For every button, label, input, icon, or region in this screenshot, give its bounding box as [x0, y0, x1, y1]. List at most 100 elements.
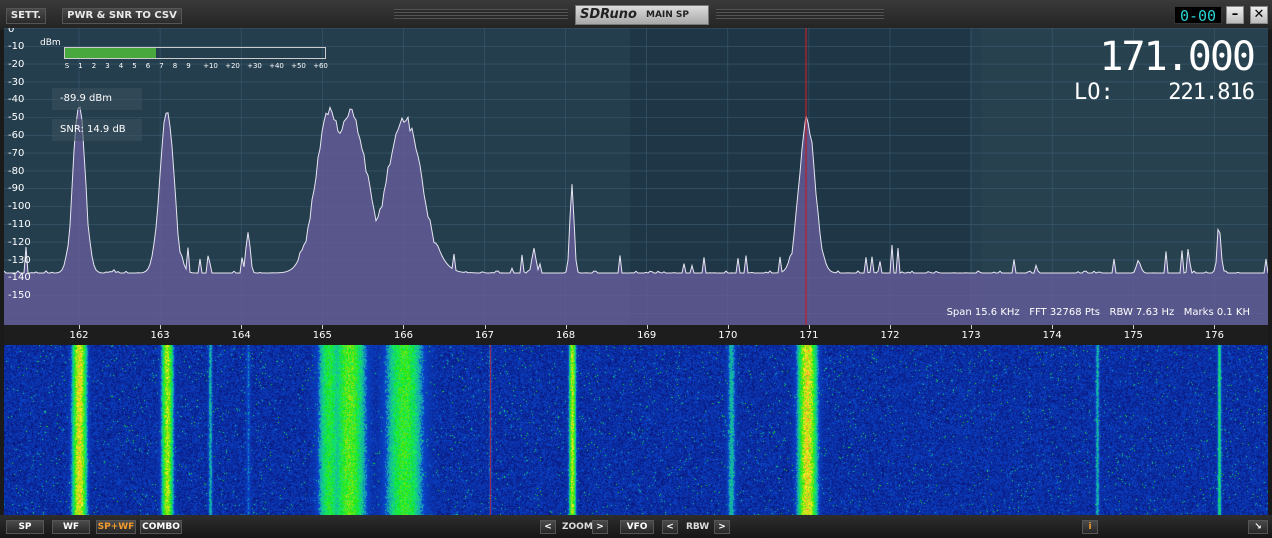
freq-label: 162 [69, 330, 89, 341]
db-label: -80 [8, 165, 25, 177]
db-label: -110 [8, 219, 31, 230]
db-label: -40 [8, 94, 25, 106]
freq-tick [403, 325, 405, 329]
smeter-bar [64, 47, 326, 59]
snr-readout: SNR: 14.9 dB [52, 119, 142, 141]
freq-label: 176 [1204, 330, 1224, 341]
sp-wf-mode-button[interactable]: SP+WF [96, 520, 136, 534]
freq-tick [1214, 325, 1216, 329]
smeter-tick-label: 4 [118, 62, 124, 70]
vfo-button[interactable]: VFO [620, 520, 654, 534]
freq-tick [646, 325, 648, 329]
freq-tick [1052, 325, 1054, 329]
panel-title: SDRuno MAIN SP [575, 5, 709, 25]
smeter-tick-label: 2 [91, 62, 97, 70]
panel-name: MAIN SP [646, 10, 690, 20]
power-readout: -89.9 dBm [52, 88, 142, 110]
db-label: -70 [8, 147, 25, 159]
db-label: -30 [8, 76, 25, 88]
smeter-tick-label: S [64, 62, 70, 70]
smeter-tick-label: 3 [105, 62, 110, 70]
smeter-tick-label: +60 [313, 62, 328, 70]
left-drag-grip[interactable] [394, 9, 568, 21]
waterfall-canvas[interactable] [4, 345, 1268, 515]
db-label: -120 [8, 236, 31, 248]
combo-mode-button[interactable]: COMBO [140, 520, 182, 534]
smeter-tick-label: 9 [186, 62, 191, 70]
freq-label: 173 [961, 330, 981, 341]
freq-label: 164 [231, 330, 251, 341]
db-label: -100 [8, 201, 31, 213]
smeter-tick-label: 8 [172, 62, 178, 70]
spectrum-display[interactable]: 0 -10 -20 -30 -40 -50 -60 -70 -80 -90 -100 -110 -12… [4, 28, 1268, 325]
db-label: -150 [8, 290, 31, 302]
freq-tick [808, 325, 810, 329]
smeter-unit: dBm [40, 38, 61, 48]
rbw-label: RBW [686, 522, 710, 532]
settings-button[interactable]: SETT. [6, 8, 46, 24]
freq-label: 163 [150, 330, 170, 341]
smeter-tick-label: 1 [78, 62, 83, 70]
db-label: -140 [8, 272, 31, 284]
rbw-decrease-button[interactable]: < [662, 520, 678, 534]
freq-label: 165 [312, 330, 332, 341]
freq-label: 175 [1123, 330, 1143, 341]
freq-tick [890, 325, 891, 329]
panel-id-display: 0-00 [1174, 6, 1222, 25]
export-csv-button[interactable]: PWR & SNR TO CSV [62, 8, 182, 24]
wf-mode-button[interactable]: WF [52, 520, 90, 534]
db-label: -90 [8, 183, 25, 195]
sp-mode-button[interactable]: SP [6, 520, 44, 534]
resize-handle[interactable]: ↘ [1248, 520, 1268, 534]
freq-tick [79, 325, 80, 329]
freq-tick [484, 325, 486, 329]
close-button[interactable]: ✕ [1250, 6, 1268, 24]
right-drag-grip[interactable] [716, 9, 884, 21]
minimize-button[interactable]: – [1226, 6, 1244, 24]
spectrum-plot[interactable] [4, 28, 1268, 325]
lo-frequency[interactable]: 221.816 [1168, 80, 1255, 105]
frequency-display[interactable]: 171.000 [1099, 34, 1256, 80]
rbw-increase-button[interactable]: > [714, 520, 730, 534]
zoom-label: ZOOM [562, 522, 593, 532]
smeter-level [65, 48, 156, 58]
title-bar: SETT. PWR & SNR TO CSV SDRuno MAIN SP 0-… [0, 0, 1272, 30]
smeter-tick-label: +20 [225, 62, 240, 70]
freq-tick [565, 325, 567, 329]
smeter-tick-label: +40 [269, 62, 284, 70]
freq-tick [322, 325, 324, 329]
freq-tick [727, 325, 729, 329]
frequency-scale[interactable]: 162 163 164 165 166 167 168 169 170 171 172 173 174 1… [4, 325, 1268, 345]
db-label: -50 [8, 112, 25, 124]
waterfall-display[interactable] [4, 345, 1268, 515]
db-label-0: 0 [8, 28, 15, 35]
freq-label: 169 [637, 330, 657, 341]
db-label: -20 [8, 58, 25, 70]
freq-label: 170 [718, 330, 738, 341]
zoom-out-button[interactable]: < [540, 520, 556, 534]
logo-text: SDRuno [580, 7, 637, 22]
smeter-tick-label: 6 [145, 62, 151, 70]
smeter-tick-label: 5 [132, 62, 137, 70]
zoom-in-button[interactable]: > [592, 520, 608, 534]
freq-label: 174 [1042, 330, 1062, 341]
db-label: -10 [8, 41, 25, 52]
info-button[interactable]: i [1082, 520, 1098, 534]
freq-label: 167 [474, 330, 495, 341]
freq-label: 171 [799, 330, 819, 341]
freq-tick [1133, 325, 1135, 329]
smeter-tick-label: +30 [247, 62, 262, 70]
freq-tick [241, 325, 243, 329]
bottom-toolbar: SP WF SP+WF COMBO < ZOOM > VFO < RBW > i… [0, 515, 1272, 538]
freq-tick [160, 325, 162, 329]
db-label: -130 [8, 254, 31, 266]
freq-label: 166 [393, 330, 413, 341]
fft-info: Span 15.6 KHz FFT 32768 Pts RBW 7.63 Hz … [946, 307, 1250, 318]
smeter-tick-label: +50 [291, 62, 306, 70]
lo-label: LO: [1074, 80, 1114, 105]
freq-label: 168 [556, 330, 576, 341]
freq-tick [971, 325, 973, 329]
smeter-tick-label: 7 [159, 62, 164, 70]
db-label: -60 [8, 130, 25, 141]
freq-label: 172 [880, 330, 900, 341]
